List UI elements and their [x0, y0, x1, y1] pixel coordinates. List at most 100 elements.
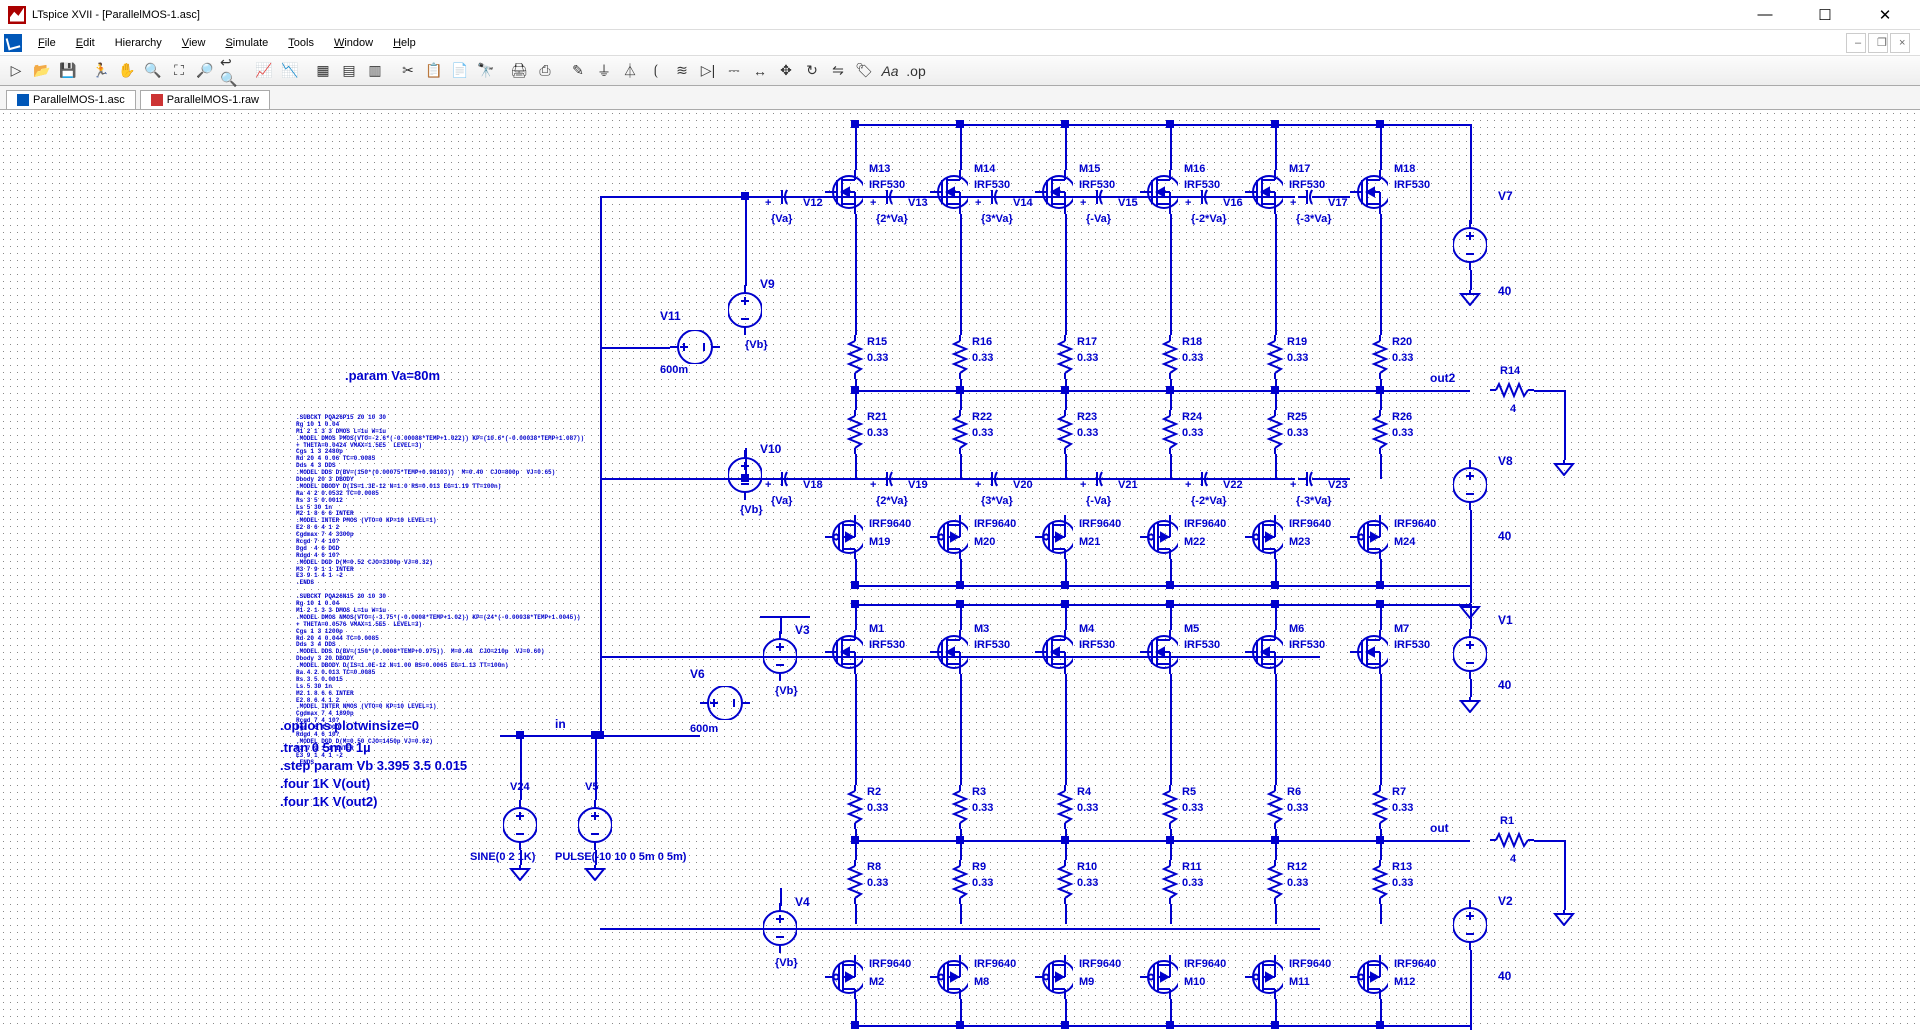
- ground-icon[interactable]: [509, 865, 531, 881]
- schematic-label[interactable]: IRF9640: [974, 959, 1016, 970]
- schematic-label[interactable]: 40: [1498, 970, 1511, 982]
- schematic-label[interactable]: V4: [795, 896, 810, 908]
- nmos[interactable]: [930, 630, 968, 674]
- capacitor[interactable]: [1298, 188, 1322, 206]
- schematic-label[interactable]: {Va}: [771, 214, 792, 225]
- ground-icon[interactable]: [1553, 460, 1575, 476]
- resistor[interactable]: [1266, 785, 1284, 829]
- schematic-label[interactable]: R14: [1500, 366, 1520, 377]
- schematic-label[interactable]: V19: [908, 480, 928, 491]
- schematic-label[interactable]: IRF530: [1184, 640, 1220, 651]
- capacitor[interactable]: [983, 188, 1007, 206]
- schematic-label[interactable]: PULSE(-10 10 0 5m 0 5m): [555, 852, 686, 863]
- schematic-label[interactable]: R3: [972, 787, 986, 798]
- schematic-label[interactable]: V11: [660, 310, 681, 322]
- schematic-label[interactable]: IRF530: [1394, 180, 1430, 191]
- schematic-label[interactable]: R5: [1182, 787, 1196, 798]
- nmos[interactable]: [1140, 630, 1178, 674]
- capacitor[interactable]: [878, 188, 902, 206]
- schematic-label[interactable]: R25: [1287, 412, 1307, 423]
- ground-icon[interactable]: [1459, 290, 1481, 306]
- zoom-out-icon[interactable]: 🔎: [193, 59, 217, 83]
- schematic-label[interactable]: {Vb}: [740, 505, 763, 516]
- resistor[interactable]: [1161, 785, 1179, 829]
- resistor[interactable]: [846, 785, 864, 829]
- schematic-label[interactable]: R21: [867, 412, 887, 423]
- vsource[interactable]: [728, 285, 762, 335]
- schematic-label[interactable]: +: [1080, 480, 1086, 491]
- schematic-label[interactable]: M4: [1079, 624, 1094, 635]
- resistor[interactable]: [1490, 381, 1534, 399]
- schematic-label[interactable]: R20: [1392, 337, 1412, 348]
- wire-icon[interactable]: ✎: [566, 59, 590, 83]
- maximize-button[interactable]: ☐: [1804, 6, 1846, 24]
- autorange-icon[interactable]: 📈: [252, 59, 276, 83]
- cut-icon[interactable]: ✂: [396, 59, 420, 83]
- schematic-label[interactable]: M21: [1079, 537, 1100, 548]
- schematic-label[interactable]: V10: [760, 443, 781, 455]
- menu-help[interactable]: Help: [385, 35, 424, 51]
- schematic-label[interactable]: {Vb}: [745, 340, 768, 351]
- menu-hierarchy[interactable]: Hierarchy: [107, 35, 170, 51]
- schematic-label[interactable]: R12: [1287, 862, 1307, 873]
- resistor[interactable]: [1371, 785, 1389, 829]
- schematic-label[interactable]: V13: [908, 198, 928, 209]
- schematic-label[interactable]: 4: [1510, 854, 1516, 865]
- diode-icon[interactable]: ▷|: [696, 59, 720, 83]
- four1-directive[interactable]: .four 1K V(out): [280, 776, 370, 793]
- schematic-label[interactable]: R24: [1182, 412, 1202, 423]
- menu-tools[interactable]: Tools: [280, 35, 322, 51]
- schematic-label[interactable]: R4: [1077, 787, 1091, 798]
- model-text[interactable]: .SUBCKT PQA26P15 20 10 30 Rg 10 1 0.04 M…: [296, 415, 584, 766]
- schematic-label[interactable]: 40: [1498, 679, 1511, 691]
- schematic-label[interactable]: R23: [1077, 412, 1097, 423]
- schematic-label[interactable]: 0.33: [1287, 803, 1308, 814]
- cascade-icon[interactable]: ▤: [337, 59, 361, 83]
- minimize-button[interactable]: —: [1744, 6, 1786, 24]
- vsource[interactable]: [1453, 220, 1487, 270]
- nmos[interactable]: [1245, 630, 1283, 674]
- schematic-label[interactable]: R15: [867, 337, 887, 348]
- schematic-label[interactable]: +: [1185, 198, 1191, 209]
- pmos[interactable]: [825, 515, 863, 559]
- schematic-label[interactable]: R19: [1287, 337, 1307, 348]
- resistor[interactable]: [846, 860, 864, 904]
- tab-raw[interactable]: ParallelMOS-1.raw: [140, 90, 270, 109]
- schematic-label[interactable]: 0.33: [1077, 353, 1098, 364]
- nmos[interactable]: [1035, 170, 1073, 214]
- schematic-label[interactable]: 0.33: [972, 803, 993, 814]
- schematic-label[interactable]: 0.33: [1392, 353, 1413, 364]
- schematic-label[interactable]: IRF9640: [1289, 519, 1331, 530]
- resistor[interactable]: [1056, 335, 1074, 379]
- resistor[interactable]: [951, 860, 969, 904]
- vsource[interactable]: [1453, 900, 1487, 950]
- resistor[interactable]: [1266, 410, 1284, 454]
- schematic-label[interactable]: {2*Va}: [876, 214, 908, 225]
- schematic-label[interactable]: +: [1290, 480, 1296, 491]
- schematic-label[interactable]: +: [870, 480, 876, 491]
- paste-icon[interactable]: 📄: [448, 59, 472, 83]
- resistor[interactable]: [846, 335, 864, 379]
- ground-icon[interactable]: ⏚: [592, 59, 616, 83]
- text-icon[interactable]: Aa: [878, 59, 902, 83]
- schematic-label[interactable]: IRF530: [1289, 640, 1325, 651]
- pmos[interactable]: [1245, 515, 1283, 559]
- open-button[interactable]: 📂: [30, 59, 54, 83]
- schematic-label[interactable]: M5: [1184, 624, 1199, 635]
- schematic-label[interactable]: {3*Va}: [981, 496, 1013, 507]
- schematic-label[interactable]: 0.33: [1182, 803, 1203, 814]
- schematic-label[interactable]: V14: [1013, 198, 1033, 209]
- mdi-close-button[interactable]: ×: [1890, 33, 1910, 53]
- vsource[interactable]: [763, 903, 797, 953]
- schematic-label[interactable]: V9: [760, 278, 775, 290]
- schematic-label[interactable]: M22: [1184, 537, 1205, 548]
- schematic-canvas[interactable]: V740 M13IRF530 {Va}V12+ R150.33 M14IRF53…: [0, 110, 1920, 1030]
- schematic-label[interactable]: V3: [795, 624, 810, 636]
- schematic-label[interactable]: V16: [1223, 198, 1243, 209]
- resistor[interactable]: [951, 410, 969, 454]
- schematic-label[interactable]: M19: [869, 537, 890, 548]
- schematic-label[interactable]: IRF530: [869, 640, 905, 651]
- spice-directive-icon[interactable]: .op: [904, 59, 928, 83]
- capacitor[interactable]: [1193, 188, 1217, 206]
- schematic-label[interactable]: M20: [974, 537, 995, 548]
